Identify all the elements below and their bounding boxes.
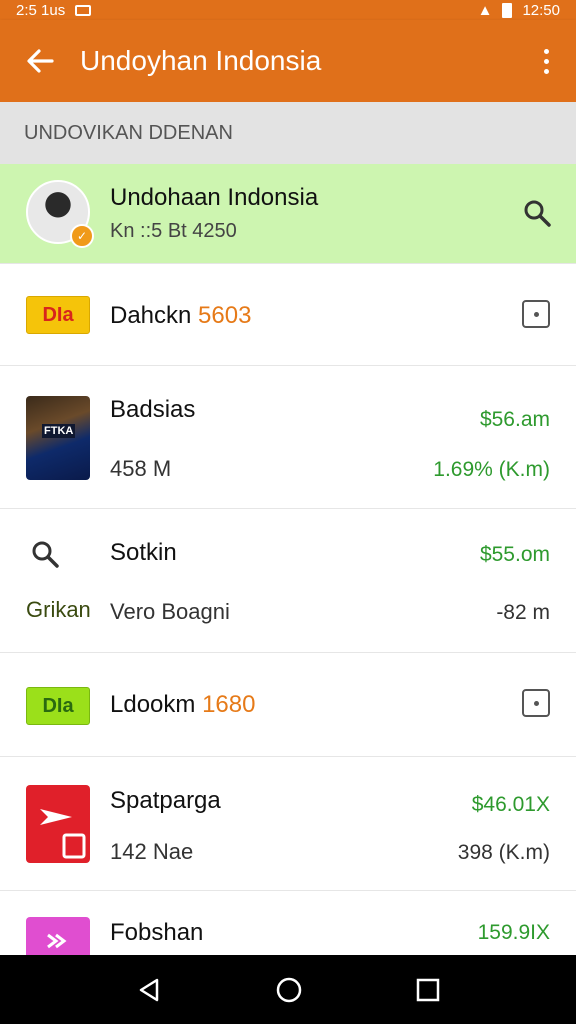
- more-vert-icon: [543, 48, 549, 54]
- value-top: 159.9IX: [477, 921, 550, 944]
- arrow-left-icon: [27, 49, 54, 73]
- more-options-button[interactable]: [516, 20, 576, 102]
- list-item[interactable]: Fobshan 159.9IX: [0, 891, 576, 961]
- list-item-name: Ldookm: [110, 691, 196, 718]
- list-item[interactable]: Spatparga 142 Nae $46.01X 398 (K.m): [0, 757, 576, 891]
- search-icon[interactable]: [522, 198, 552, 228]
- more-vert-dot: [543, 58, 549, 64]
- app-bar: Undoyhan Indonsia: [0, 20, 576, 102]
- list: ✓ Undohaan Indonsia Kn ::5 Bt 4250 DIa D…: [0, 164, 576, 961]
- app-title: Undoyhan Indonsia: [80, 45, 322, 76]
- status-left-text: 2:5 1us: [16, 1, 66, 19]
- recents-square-icon[interactable]: [415, 977, 441, 1003]
- list-item-title: Sotkin: [110, 539, 177, 566]
- list-item-title: Fobshan: [110, 919, 204, 946]
- badge-icon: ✓: [70, 224, 94, 248]
- list-item[interactable]: FTKA Badsias 458 M $56.am 1.69% (K.m): [0, 366, 576, 509]
- nav-bar: [0, 955, 576, 1024]
- thumbnail: FTKA: [26, 396, 90, 480]
- home-circle-icon[interactable]: [274, 975, 304, 1005]
- list-item-title: Ldookm 1680: [110, 691, 255, 719]
- status-time: 12:50: [522, 1, 560, 19]
- status-right: ▲ 12:50: [478, 2, 560, 19]
- thumbnail-label: FTKA: [42, 424, 76, 438]
- list-item[interactable]: Sotkin Grikan Vero Boagni $55.om -82 m: [0, 509, 576, 653]
- action-button[interactable]: [522, 689, 550, 717]
- value-top: $46.01X: [471, 793, 550, 816]
- value-bottom: 1.69% (K.m): [433, 458, 550, 482]
- list-item[interactable]: DIa Dahckn 5603: [0, 264, 576, 366]
- list-item-title: Spatparga: [110, 787, 221, 814]
- value-top: $56.am: [479, 408, 550, 431]
- list-item-subtitle: Vero Boagni: [110, 599, 230, 624]
- list-item-accent: 5603: [198, 302, 252, 329]
- tile-label: DIa: [26, 296, 90, 334]
- status-left: 2:5 1us: [16, 1, 92, 19]
- play-icon: [40, 809, 86, 859]
- section-header: UNDOVIKAN DDENAN: [0, 102, 576, 164]
- dot-icon: [533, 311, 539, 317]
- app-icon: [26, 785, 90, 863]
- value-top: $55.om: [479, 543, 550, 566]
- profile-subtitle: Kn ::5 Bt 4250: [110, 220, 237, 242]
- action-button[interactable]: [522, 300, 550, 328]
- more-vert-dot: [543, 68, 549, 74]
- tile-label: DIa: [26, 687, 90, 725]
- value-bottom: -82 m: [496, 601, 550, 624]
- signal-icon: ▲: [477, 1, 493, 19]
- list-item-left-label: Grikan: [26, 597, 91, 622]
- search-icon: [32, 541, 59, 568]
- value-bottom: 398 (K.m): [457, 841, 550, 864]
- list-item-title: Badsias: [110, 396, 196, 423]
- list-item-accent: 1680: [202, 691, 256, 718]
- back-button[interactable]: [0, 20, 80, 102]
- value-bottom-text: 1.69% (K.m): [433, 458, 550, 481]
- list-item-subtitle: 458 M: [110, 456, 172, 481]
- list-item-name: Dahckn: [110, 302, 192, 329]
- dot-icon: [533, 700, 539, 706]
- list-item[interactable]: DIa Ldookm 1680: [0, 653, 576, 757]
- notification-icon: [75, 4, 92, 16]
- list-item-title: Dahckn 5603: [110, 302, 251, 330]
- status-bar: 2:5 1us ▲ 12:50: [0, 0, 576, 20]
- battery-icon: [502, 2, 513, 18]
- list-item-subtitle: 142 Nae: [110, 839, 194, 864]
- profile-name: Undohaan Indonsia: [110, 184, 319, 211]
- profile-row[interactable]: ✓ Undohaan Indonsia Kn ::5 Bt 4250: [0, 164, 576, 264]
- back-triangle-icon[interactable]: [135, 976, 163, 1004]
